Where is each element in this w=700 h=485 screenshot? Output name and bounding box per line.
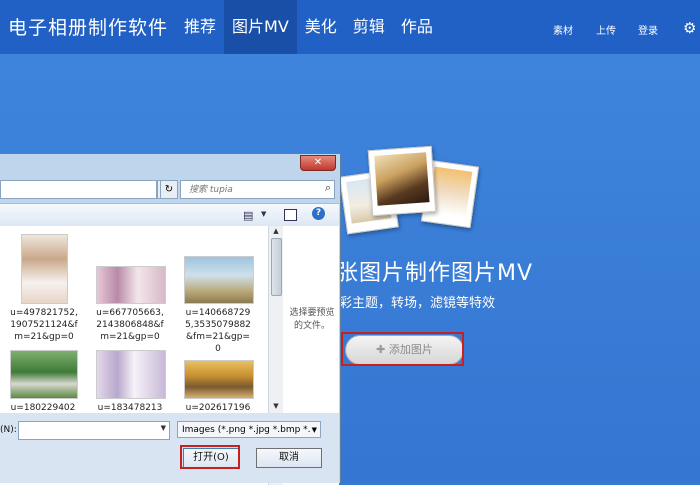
file-thumbnail [96, 266, 166, 304]
app-title: 电子相册制作软件 [8, 17, 169, 39]
preview-pane-icon[interactable] [284, 209, 297, 221]
file-thumbnail [96, 350, 166, 399]
view-dropdown-icon[interactable]: ▼ [261, 210, 266, 218]
search-placeholder: 搜索 tupia [189, 185, 233, 195]
dialog-toolbar: ▤ ▼ ? [0, 203, 339, 227]
address-bar[interactable] [0, 180, 157, 199]
dialog-footer: (N): ▼ Images (*.png *.jpg *.bmp *. ▼ 打开… [0, 413, 339, 483]
file-open-dialog: ✕ ▼ ↻ 搜索 tupia ⌕ ▤ ▼ ? u=497821752,19075… [0, 153, 341, 485]
cancel-button[interactable]: 取消 [256, 448, 322, 468]
photo-stack-image-2 [367, 145, 437, 217]
file-name: u=1406687295,3535079882&fm=21&gp=0 [185, 308, 251, 354]
add-button-highlight [341, 332, 464, 366]
file-thumbnail [10, 350, 78, 399]
close-icon[interactable]: ✕ [300, 155, 336, 171]
search-icon: ⌕ [324, 181, 331, 194]
preview-text: 选择要预览的文件。 [289, 308, 335, 331]
tab-picture-mv[interactable]: 图片MV [224, 0, 297, 54]
file-thumbnail [184, 360, 254, 399]
tab-works[interactable]: 作品 [393, 0, 441, 54]
search-input[interactable]: 搜索 tupia ⌕ [180, 180, 335, 199]
login-link[interactable]: 登录 [638, 22, 658, 37]
file-name: u=497821752,1907521124&fm=21&gp=0 [10, 308, 78, 342]
open-button-highlight [180, 445, 240, 469]
hero-subline: 彩主题，转场，滤镜等特效 [339, 296, 496, 311]
upload-link[interactable]: 上传 [596, 22, 616, 37]
scroll-thumb[interactable] [271, 238, 282, 296]
filename-dropdown-icon[interactable]: ▼ [161, 424, 166, 432]
tab-recommend[interactable]: 推荐 [176, 0, 224, 54]
nav-tabs: 推荐 图片MV 美化 剪辑 作品 [176, 0, 441, 54]
tab-edit[interactable]: 剪辑 [345, 0, 393, 54]
hero-headline: 张图片制作图片MV [336, 261, 534, 286]
file-thumbnail [21, 234, 68, 304]
refresh-icon[interactable]: ↻ [160, 180, 178, 199]
help-icon[interactable]: ? [312, 207, 325, 220]
file-type-select[interactable]: Images (*.png *.jpg *.bmp *. ▼ [177, 421, 321, 438]
view-icon[interactable]: ▤ [243, 209, 253, 222]
tab-beautify[interactable]: 美化 [297, 0, 345, 54]
filename-input[interactable]: ▼ [18, 421, 170, 440]
gear-icon[interactable]: ⚙ [683, 20, 699, 36]
file-type-value: Images (*.png *.jpg *.bmp *. [182, 425, 311, 435]
file-name: u=667705663,2143806848&fm=21&gp=0 [96, 308, 164, 342]
file-thumbnail [184, 256, 254, 304]
filename-label: (N): [0, 425, 17, 435]
file-type-dropdown-icon: ▼ [311, 426, 317, 434]
top-bar: 电子相册制作软件 推荐 图片MV 美化 剪辑 作品 素材 上传 登录 ⚙ [0, 0, 700, 54]
material-link[interactable]: 素材 [553, 22, 573, 37]
